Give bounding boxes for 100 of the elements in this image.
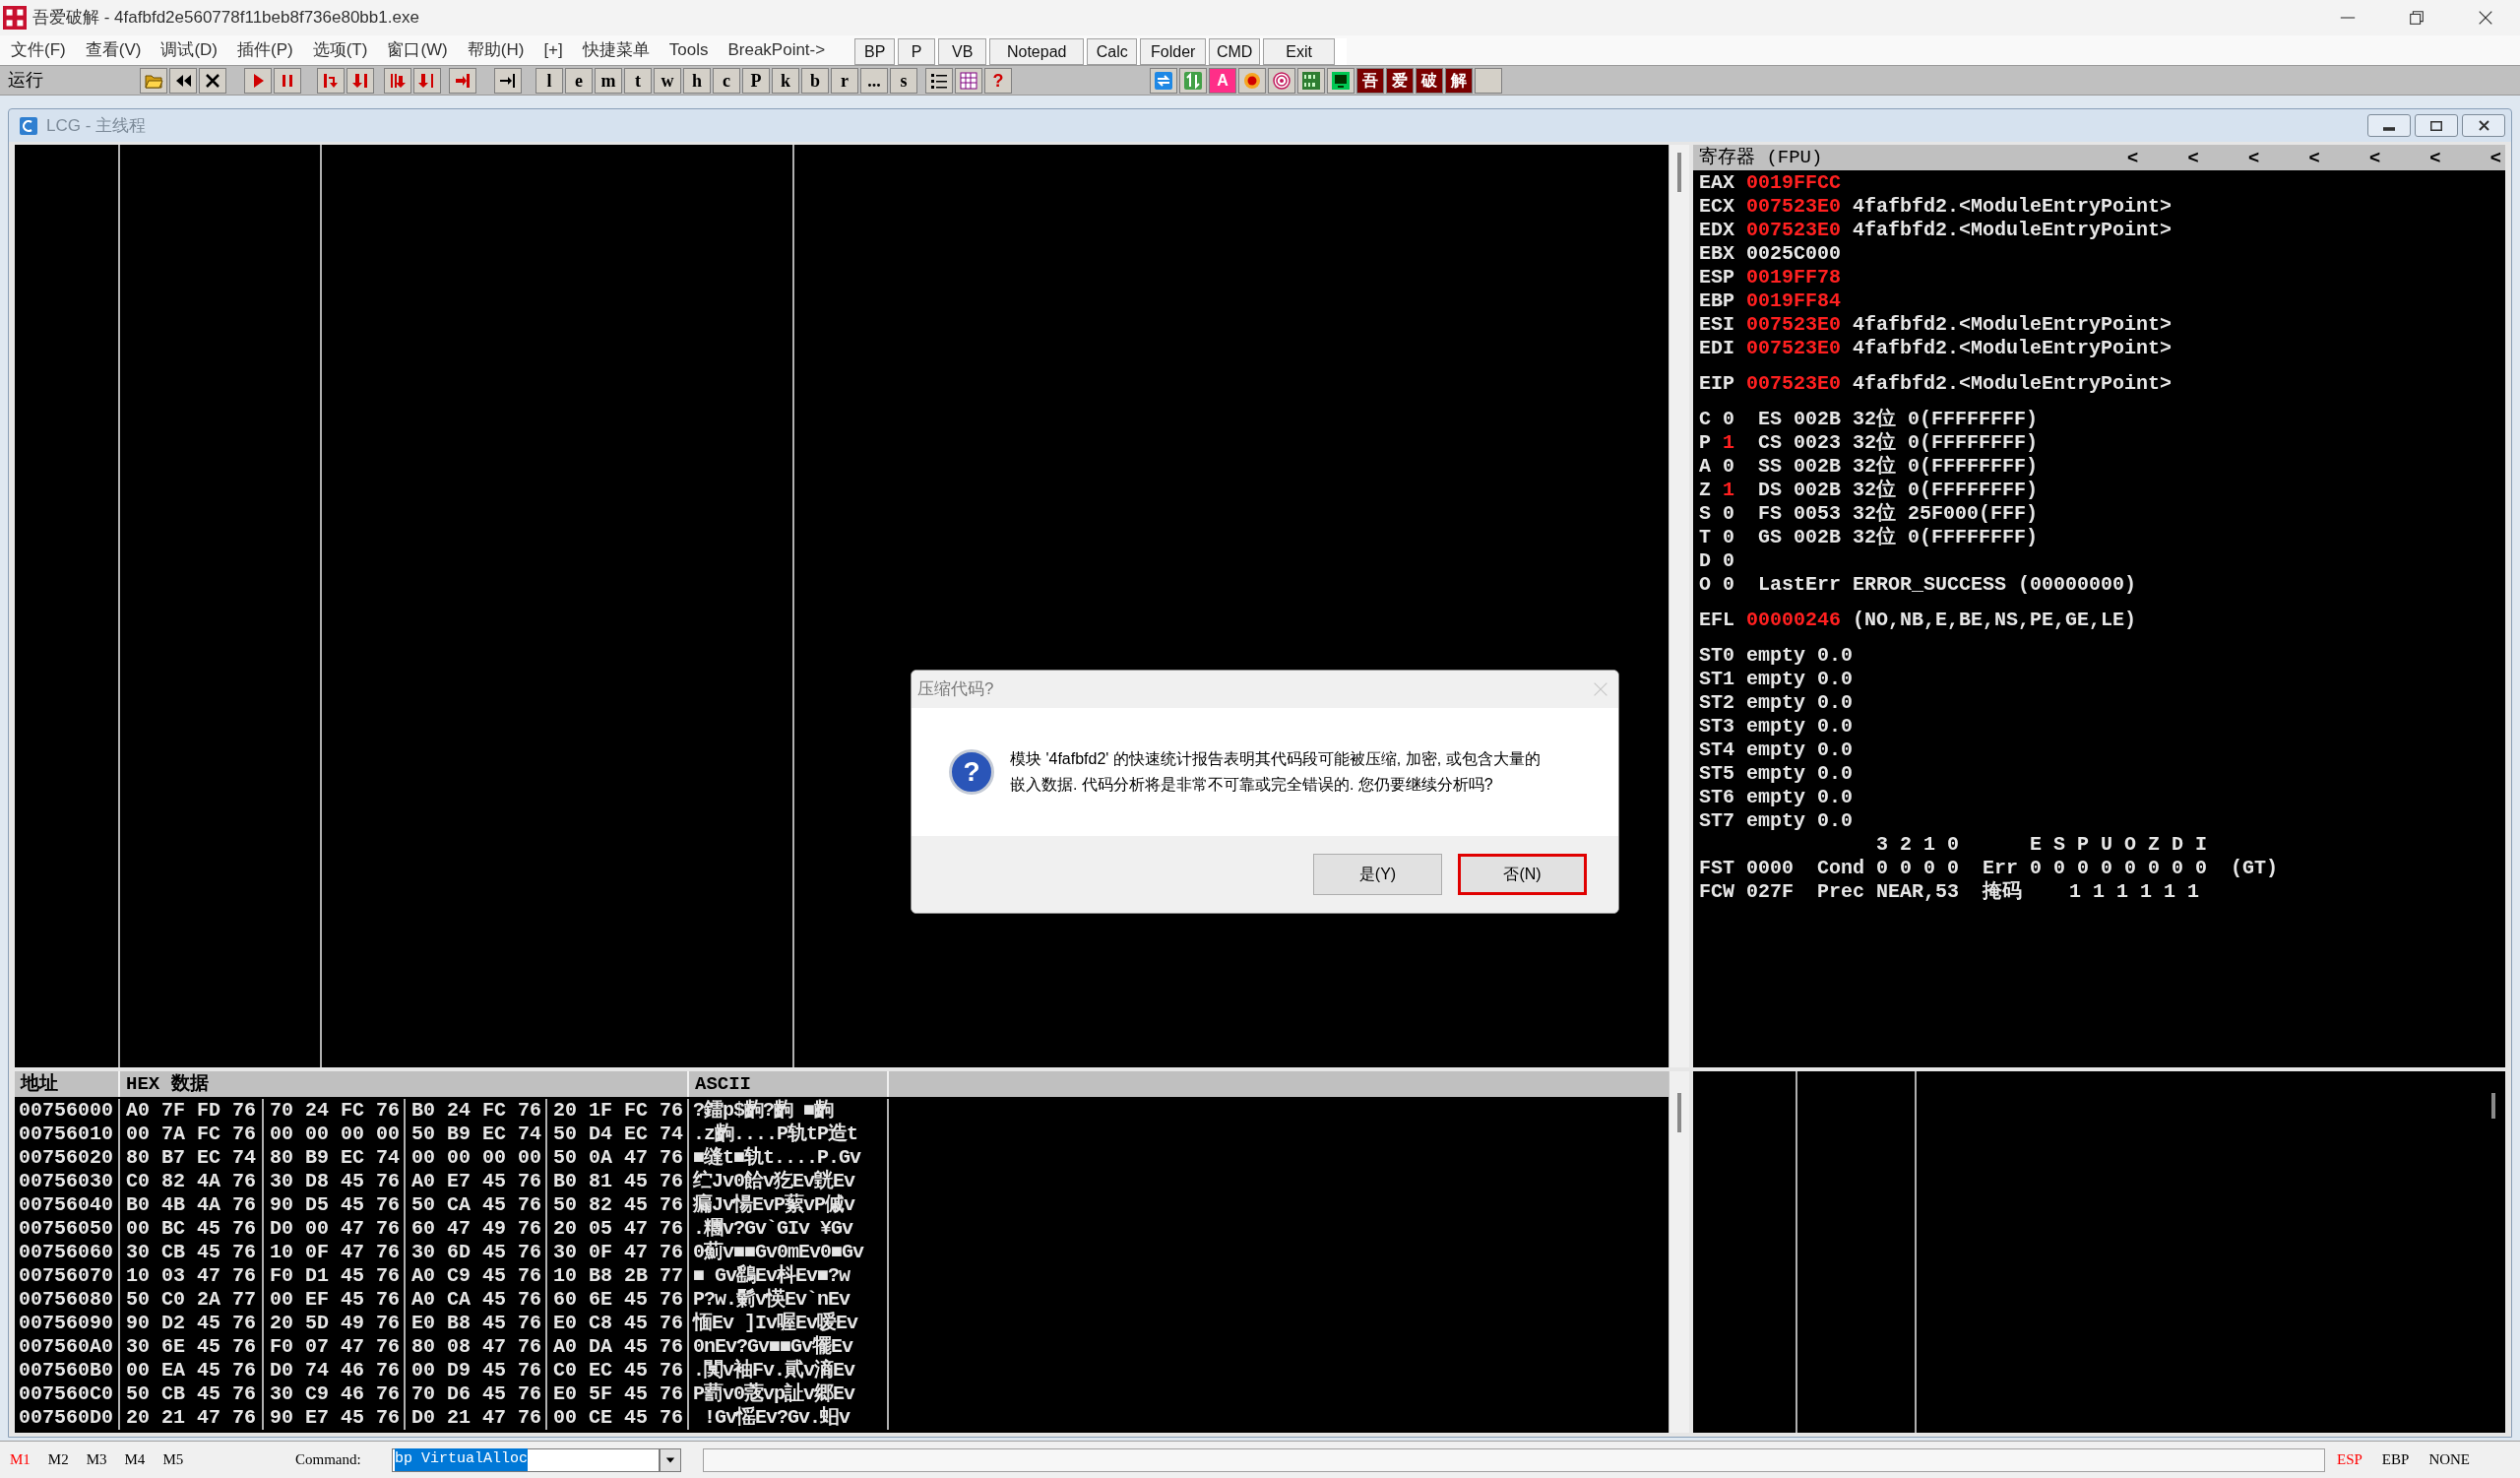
brand-button[interactable]: 破 <box>1416 67 1443 94</box>
mark-tab[interactable]: M4 <box>124 1448 146 1471</box>
blank-button[interactable] <box>1475 67 1502 94</box>
register-value: empty <box>1746 809 1806 832</box>
menu-item[interactable]: 查看(V) <box>75 37 152 63</box>
menu-item[interactable]: 选项(T) <box>302 37 378 63</box>
mark-tab[interactable]: M1 <box>10 1448 31 1471</box>
menu-item[interactable]: 窗口(W) <box>377 37 458 63</box>
scrollbar[interactable] <box>1669 145 1689 1067</box>
dialog-button[interactable]: 是(Y) <box>1313 854 1442 895</box>
app-logo-icon <box>3 6 27 30</box>
letter-button[interactable]: s <box>890 67 917 94</box>
register-tab[interactable]: EBP <box>2381 1448 2410 1471</box>
column-header[interactable]: ASCII <box>689 1071 889 1097</box>
hex-cell-text: F0 D1 45 76 <box>270 1264 402 1288</box>
tool-button[interactable]: VB <box>938 38 987 65</box>
dropdown-button[interactable] <box>660 1447 681 1472</box>
mark-tab[interactable]: M3 <box>86 1448 107 1471</box>
column-header[interactable]: 地址 <box>15 1071 120 1097</box>
letter-button[interactable]: w <box>654 67 681 94</box>
brand-button[interactable]: 解 <box>1445 67 1473 94</box>
hex-cell-text: 00 CE 45 76 <box>553 1406 685 1430</box>
hex-cell-text: A0 7F FD 76 <box>126 1099 258 1123</box>
hex-cell-text: 30 C9 46 76 <box>270 1382 402 1406</box>
hex-cell-text: 50 CB 45 76 <box>126 1382 258 1406</box>
register-name: ST3 <box>1699 715 1734 738</box>
close-button[interactable] <box>2462 114 2505 137</box>
tool-button[interactable]: Exit <box>1263 38 1336 65</box>
close-icon[interactable] <box>2477 9 2494 27</box>
menu-item[interactable]: 帮助(H) <box>457 37 535 63</box>
register-name: ST5 <box>1699 762 1734 785</box>
mark-tab[interactable]: M2 <box>47 1448 69 1471</box>
minimize-button[interactable] <box>2367 114 2411 137</box>
dialog-title: 压缩代码? <box>917 678 994 701</box>
letter-button[interactable]: t <box>624 67 652 94</box>
letter-button[interactable]: ... <box>860 67 888 94</box>
menu-item[interactable]: 插件(P) <box>227 37 303 63</box>
column-header[interactable]: HEX 数据 <box>120 1071 689 1097</box>
letter-button[interactable]: b <box>801 67 829 94</box>
grid-icon[interactable] <box>959 70 978 91</box>
scroll-arrow[interactable]: < <box>2127 143 2139 172</box>
address-cell-text: 007560A0 <box>19 1335 114 1359</box>
tool-button[interactable]: BP <box>854 38 896 65</box>
restore-icon[interactable] <box>2408 9 2426 27</box>
register-value: 007523E0 <box>1746 195 1842 218</box>
scroll-arrow[interactable]: < <box>2368 143 2380 172</box>
register-tab[interactable]: ESP <box>2337 1448 2362 1471</box>
scroll-thumb[interactable] <box>2491 1093 2495 1119</box>
letter-button[interactable]: l <box>536 67 563 94</box>
address-cell-text: 007560B0 <box>19 1359 114 1382</box>
maximize-button[interactable] <box>2415 114 2458 137</box>
dialog-button[interactable]: 否(N) <box>1458 854 1587 895</box>
brand-button[interactable]: 吾 <box>1356 67 1384 94</box>
letter-button[interactable]: c <box>713 67 740 94</box>
menu-item[interactable]: 调试(D) <box>151 37 227 63</box>
letter-button[interactable]: P <box>742 67 770 94</box>
hex-cell-text: 70 D6 45 76 <box>411 1382 543 1406</box>
menu-item[interactable]: Tools <box>659 37 719 63</box>
register-name: ST6 <box>1699 786 1734 808</box>
hex-cell-text: 50 0A 47 76 <box>553 1146 685 1170</box>
mark-tab[interactable]: M5 <box>162 1448 184 1471</box>
font-button[interactable]: A <box>1209 67 1236 94</box>
brand-button[interactable]: 爱 <box>1386 67 1414 94</box>
command-field[interactable]: bp VirtualAlloc <box>392 1447 660 1472</box>
menu-item[interactable]: BreakPoint-> <box>718 37 836 63</box>
menu-item[interactable]: [+] <box>534 37 573 63</box>
scroll-thumb[interactable] <box>1677 153 1681 192</box>
tool-button[interactable]: CMD <box>1209 38 1261 65</box>
chip-icon[interactable] <box>1301 70 1321 91</box>
monitor-icon[interactable] <box>1331 70 1351 91</box>
scroll-arrow[interactable]: < <box>2247 143 2260 172</box>
scroll-arrow[interactable]: < <box>2187 143 2199 172</box>
scroll-arrow[interactable]: < <box>2308 143 2320 172</box>
scroll-thumb[interactable] <box>1677 1093 1681 1132</box>
letter-button[interactable]: e <box>565 67 593 94</box>
tool-button[interactable]: Notepad <box>989 38 1085 65</box>
hex-cell-text: 10 03 47 76 <box>126 1264 258 1288</box>
tool-button[interactable]: Folder <box>1140 38 1207 65</box>
scroll-arrow[interactable]: < <box>2489 143 2501 172</box>
scrollbar[interactable] <box>1669 1071 1689 1433</box>
menu-item[interactable]: 文件(F) <box>1 37 76 63</box>
letter-button[interactable]: r <box>831 67 858 94</box>
hex-cell-text: 90 D2 45 76 <box>126 1312 258 1335</box>
refresh-icon[interactable] <box>1154 70 1173 91</box>
register-tab[interactable]: NONE <box>2428 1448 2471 1471</box>
tool-button[interactable]: P <box>898 38 936 65</box>
target-icon[interactable] <box>1272 70 1292 91</box>
scroll-arrow[interactable]: < <box>2429 143 2441 172</box>
letter-button[interactable]: k <box>772 67 799 94</box>
address-cell-text: 007560D0 <box>19 1406 114 1430</box>
record-icon[interactable] <box>1242 70 1262 91</box>
tool-button[interactable]: Calc <box>1087 38 1138 65</box>
letter-button[interactable]: h <box>683 67 711 94</box>
menu-item[interactable]: 快捷菜单 <box>572 37 660 63</box>
swap-icon[interactable] <box>1183 70 1203 91</box>
letter-button[interactable]: m <box>595 67 622 94</box>
register-comment: 4fafbfd2.<ModuleEntryPoint> <box>1853 337 2173 359</box>
ascii-cell-text: 0nEv?Gv■■Gv犤Ev <box>693 1335 854 1359</box>
help-button[interactable]: ? <box>984 67 1012 94</box>
register-value: 0 <box>1723 573 1735 596</box>
